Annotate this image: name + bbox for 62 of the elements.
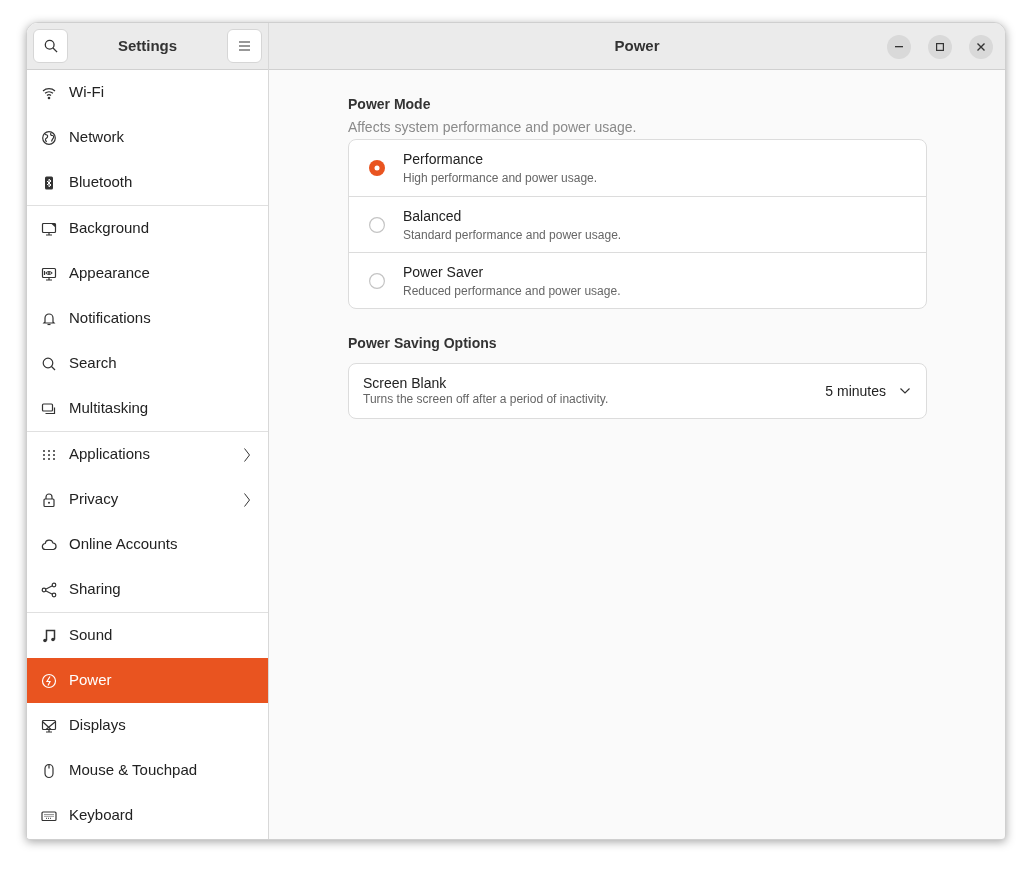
option-description: Reduced performance and power usage.	[403, 282, 621, 299]
menu-button[interactable]	[227, 29, 262, 63]
sidebar-item-label: Multitasking	[69, 398, 150, 419]
window-title: Power	[614, 35, 660, 56]
option-title: Balanced	[403, 206, 463, 225]
sidebar-item-label: Online Accounts	[69, 534, 179, 555]
sidebar-item-label: Notifications	[69, 308, 152, 329]
option-title: Power Saver	[403, 262, 485, 281]
power-mode-option[interactable]: Performance High performance and power usage.	[349, 140, 926, 196]
dropdown[interactable]: 5 minutes	[825, 380, 910, 402]
sidebar-title: Settings	[117, 35, 178, 56]
section-subtitle: Affects system performance and power usage.	[348, 118, 638, 136]
minimize-button[interactable]	[887, 35, 911, 59]
search-button[interactable]	[33, 29, 68, 63]
option-title: Performance	[403, 150, 485, 168]
menu-icon	[239, 41, 250, 51]
sidebar-item-label: Mouse & Touchpad	[69, 760, 199, 781]
minimize-icon	[895, 46, 903, 48]
sidebar-item[interactable]: Power	[27, 658, 268, 703]
row-description: Turns the screen off after a period of inactivity.	[363, 392, 610, 407]
sidebar-item-label: Wi-Fi	[69, 82, 105, 103]
power-mode-option[interactable]: Power Saver Reduced performance and power usage.	[349, 252, 926, 308]
sidebar-item-label: Network	[69, 127, 125, 148]
monitor-icon	[41, 717, 57, 734]
bell-icon	[41, 310, 57, 327]
sidebar-item-label: Bluetooth	[69, 172, 134, 193]
search-icon	[41, 355, 57, 372]
section-title: Power Mode	[348, 95, 432, 113]
lock-icon	[41, 491, 57, 508]
sidebar-item-label: Background	[69, 218, 151, 239]
sidebar-item-label: Power	[69, 670, 113, 691]
lightning-icon	[41, 672, 57, 689]
sidebar-item-label: Applications	[69, 444, 151, 465]
radio-button[interactable]	[369, 160, 385, 176]
chevron-down-icon	[900, 388, 910, 394]
maximize-icon	[936, 43, 944, 51]
power-mode-option[interactable]: Balanced Standard performance and power usage.	[349, 196, 926, 252]
share-icon	[41, 581, 57, 598]
close-button[interactable]	[969, 35, 993, 59]
section-title: Power Saving Options	[348, 334, 498, 352]
radio-button[interactable]	[369, 216, 385, 233]
search-icon	[43, 39, 58, 53]
option-description: Standard performance and power usage.	[403, 226, 622, 243]
monitor-icon	[41, 220, 57, 237]
mouse-icon	[41, 762, 57, 779]
sidebar-item-label: Displays	[69, 715, 127, 736]
radio-button[interactable]	[369, 272, 385, 289]
sidebar-item-label: Privacy	[69, 489, 120, 510]
cloud-icon	[41, 536, 57, 553]
option-description: High performance and power usage.	[403, 170, 598, 186]
music-note-icon	[41, 627, 57, 644]
maximize-button[interactable]	[928, 35, 952, 59]
globe-icon	[41, 129, 57, 146]
monitor-icon	[41, 265, 57, 282]
close-icon	[977, 43, 985, 51]
sidebar-item-label: Sound	[69, 625, 114, 646]
sidebar-item-label: Search	[69, 353, 118, 374]
row-title: Screen Blank	[363, 375, 448, 392]
windows-icon	[41, 400, 57, 417]
sidebar-item-label: Keyboard	[69, 805, 135, 826]
sidebar-item-label: Appearance	[69, 263, 151, 284]
sidebar-item-label: Sharing	[69, 579, 122, 600]
